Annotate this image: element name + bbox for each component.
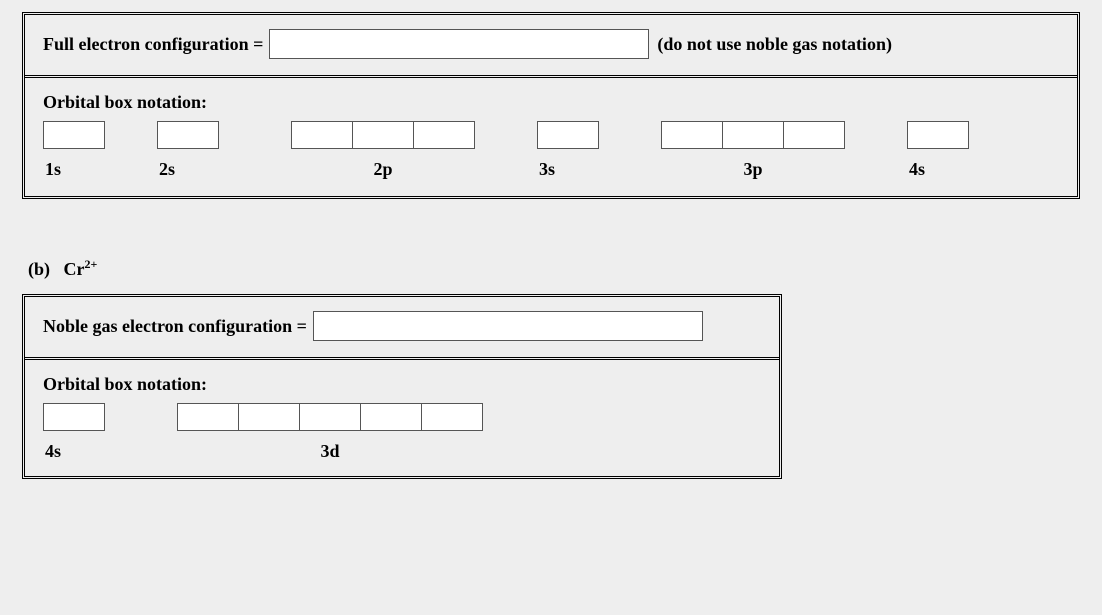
orbital-group-2p: 2p — [291, 121, 475, 180]
orbital-box-2p-2[interactable] — [352, 121, 414, 149]
orbital-box-3p-3[interactable] — [783, 121, 845, 149]
orbital-label-2s: 2s — [157, 159, 219, 180]
orbital-label-3p: 3p — [661, 159, 845, 180]
orbital-box-b-3d-1[interactable] — [177, 403, 239, 431]
orbital-label-2p: 2p — [291, 159, 475, 180]
section-a-container: Full electron configuration = (do not us… — [22, 12, 1080, 199]
orbital-box-1s-1[interactable] — [43, 121, 105, 149]
orbital-box-b-3d-5[interactable] — [421, 403, 483, 431]
orbital-group-1s: 1s — [43, 121, 105, 180]
species-super: 2+ — [85, 257, 98, 271]
orbital-box-4s-1[interactable] — [907, 121, 969, 149]
part-b-label: (b) Cr2+ — [28, 257, 1080, 280]
orbital-row-a: Orbital box notation: 1s 2s — [25, 78, 1077, 196]
orbital-box-3p-1[interactable] — [661, 121, 723, 149]
orbital-groups-a: 1s 2s 2p — [43, 121, 1059, 180]
orbital-label-1s: 1s — [43, 159, 105, 180]
orbital-box-3p-2[interactable] — [722, 121, 784, 149]
part-b-marker: (b) — [28, 259, 50, 279]
noble-config-label: Noble gas electron configuration = — [43, 316, 307, 337]
orbital-box-b-4s-1[interactable] — [43, 403, 105, 431]
orbital-box-2s-1[interactable] — [157, 121, 219, 149]
orbital-group-4s: 4s — [907, 121, 969, 180]
full-config-label: Full electron configuration = — [43, 34, 263, 55]
orbital-title-b: Orbital box notation: — [43, 374, 761, 395]
noble-config-input[interactable] — [313, 311, 703, 341]
full-config-input[interactable] — [269, 29, 649, 59]
part-b-species: Cr2+ — [64, 259, 98, 279]
noble-config-row: Noble gas electron configuration = — [25, 297, 779, 360]
orbital-groups-b: 4s 3d — [43, 403, 761, 462]
orbital-row-b: Orbital box notation: 4s — [25, 360, 779, 476]
section-b-container: Noble gas electron configuration = Orbit… — [22, 294, 782, 479]
orbital-label-b-4s: 4s — [43, 441, 105, 462]
orbital-group-3s: 3s — [537, 121, 599, 180]
orbital-box-b-3d-4[interactable] — [360, 403, 422, 431]
orbital-group-b-3d: 3d — [177, 403, 483, 462]
orbital-title-a: Orbital box notation: — [43, 92, 1059, 113]
orbital-box-3s-1[interactable] — [537, 121, 599, 149]
orbital-box-2p-1[interactable] — [291, 121, 353, 149]
orbital-label-3s: 3s — [537, 159, 599, 180]
orbital-box-2p-3[interactable] — [413, 121, 475, 149]
species-base: Cr — [64, 259, 85, 279]
full-config-hint: (do not use noble gas notation) — [657, 34, 892, 55]
orbital-group-3p: 3p — [661, 121, 845, 180]
orbital-label-b-3d: 3d — [177, 441, 483, 462]
orbital-box-b-3d-3[interactable] — [299, 403, 361, 431]
orbital-group-2s: 2s — [157, 121, 219, 180]
full-config-row: Full electron configuration = (do not us… — [25, 15, 1077, 78]
orbital-box-b-3d-2[interactable] — [238, 403, 300, 431]
orbital-label-4s: 4s — [907, 159, 969, 180]
orbital-group-b-4s: 4s — [43, 403, 105, 462]
